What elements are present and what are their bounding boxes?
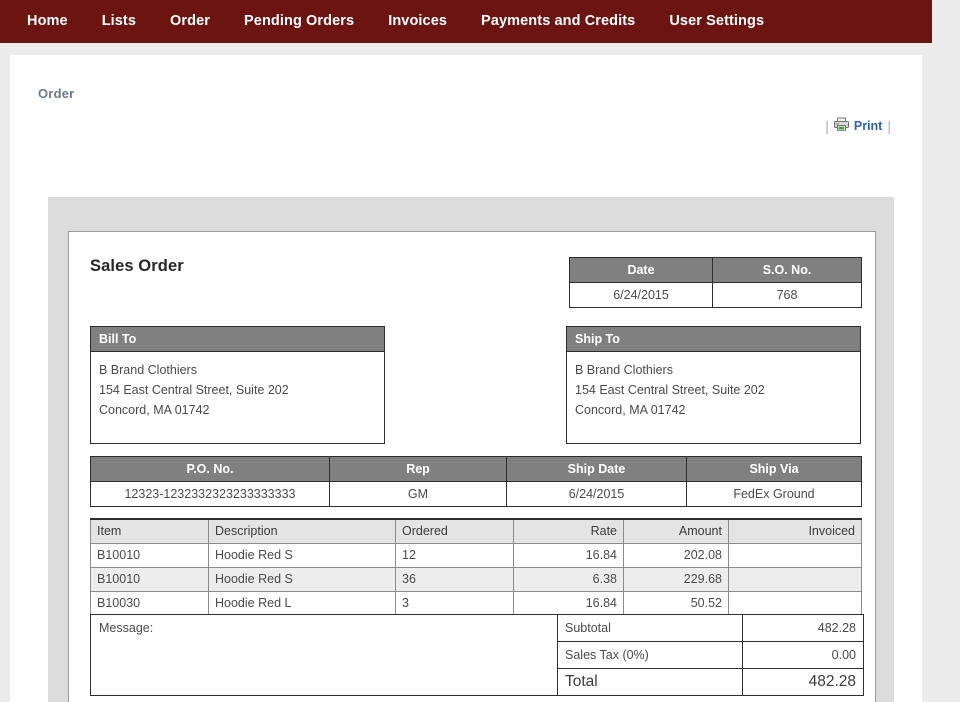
row-rate: 6.38: [514, 567, 624, 591]
rate-header: Rate: [514, 519, 624, 543]
row-description: Hoodie Red L: [209, 591, 396, 615]
nav-item-payments-and-credits[interactable]: Payments and Credits: [464, 0, 652, 43]
content-card: Order | Print |: [10, 55, 922, 702]
sales-tax-value: 0.00: [743, 642, 864, 669]
nav-item-order[interactable]: Order: [153, 0, 227, 43]
totals-table: Subtotal 482.28 Sales Tax (0%) 0.00 Tota…: [557, 614, 864, 696]
ship-to-heading: Ship To: [567, 327, 860, 352]
ship-date-value: 6/24/2015: [507, 482, 687, 507]
nav-item-lists[interactable]: Lists: [85, 0, 153, 43]
bill-to-address: B Brand Clothiers 154 East Central Stree…: [91, 352, 384, 420]
sales-tax-row: Sales Tax (0%) 0.00: [558, 642, 864, 669]
row-ordered: 3: [396, 591, 514, 615]
po-no-header: P.O. No.: [91, 457, 330, 482]
message-and-totals-block: Message: Subtotal 482.28 Sales Tax (0%): [90, 614, 861, 696]
print-label: Print: [854, 119, 882, 133]
item-header: Item: [91, 519, 209, 543]
printer-icon: [834, 117, 849, 134]
table-row: B10010 Hoodie Red S 12 16.84 202.08: [91, 543, 862, 567]
ship-to-address: B Brand Clothiers 154 East Central Stree…: [567, 352, 860, 420]
description-header: Description: [209, 519, 396, 543]
nav-item-user-settings[interactable]: User Settings: [652, 0, 781, 43]
line-items-table: Item Description Ordered Rate Amount Inv…: [90, 518, 862, 616]
page-title: Order: [38, 86, 74, 101]
row-rate: 16.84: [514, 591, 624, 615]
nav-item-pending-orders[interactable]: Pending Orders: [227, 0, 371, 43]
ship-date-header: Ship Date: [507, 457, 687, 482]
row-item: B10030: [91, 591, 209, 615]
order-info-table: P.O. No. Rep Ship Date Ship Via 12323-12…: [90, 456, 862, 507]
row-item: B10010: [91, 543, 209, 567]
table-row: B10010 Hoodie Red S 36 6.38 229.68: [91, 567, 862, 591]
table-header-row: P.O. No. Rep Ship Date Ship Via: [91, 457, 862, 482]
table-row: 6/24/2015 768: [570, 283, 862, 308]
row-rate: 16.84: [514, 543, 624, 567]
row-description: Hoodie Red S: [209, 543, 396, 567]
row-invoiced: [729, 543, 862, 567]
ordered-header: Ordered: [396, 519, 514, 543]
toolbar-separator-left: |: [820, 119, 834, 133]
row-invoiced: [729, 591, 862, 615]
row-ordered: 36: [396, 567, 514, 591]
bill-to-heading: Bill To: [91, 327, 384, 352]
row-amount: 229.68: [624, 567, 729, 591]
subtotal-value: 482.28: [743, 615, 864, 642]
total-label: Total: [558, 669, 743, 696]
table-row: B10030 Hoodie Red L 3 16.84 50.52: [91, 591, 862, 615]
bill-to-line-3: Concord, MA 01742: [99, 400, 384, 420]
subtotal-label: Subtotal: [558, 615, 743, 642]
row-item: B10010: [91, 567, 209, 591]
ship-via-value: FedEx Ground: [687, 482, 862, 507]
row-amount: 202.08: [624, 543, 729, 567]
invoiced-header: Invoiced: [729, 519, 862, 543]
nav-item-invoices[interactable]: Invoices: [371, 0, 464, 43]
date-so-table: Date S.O. No. 6/24/2015 768: [569, 257, 862, 308]
date-header: Date: [570, 258, 713, 283]
nav-item-home[interactable]: Home: [10, 0, 85, 43]
bill-to-block: Bill To B Brand Clothiers 154 East Centr…: [90, 326, 385, 444]
total-row: Total 482.28: [558, 669, 864, 696]
rep-header: Rep: [330, 457, 507, 482]
po-no-value: 12323-1232332323233333333: [91, 482, 330, 507]
rep-value: GM: [330, 482, 507, 507]
print-toolbar: | Print |: [820, 117, 896, 134]
so-no-value: 768: [713, 283, 862, 308]
total-value: 482.28: [743, 669, 864, 696]
document-panel: Sales Order Date S.O. No. 6/24/2: [48, 197, 894, 702]
toolbar-separator-right: |: [882, 119, 896, 133]
table-row: 12323-1232332323233333333 GM 6/24/2015 F…: [91, 482, 862, 507]
row-ordered: 12: [396, 543, 514, 567]
sales-order-heading: Sales Order: [90, 257, 184, 276]
row-amount: 50.52: [624, 591, 729, 615]
sales-tax-label: Sales Tax (0%): [558, 642, 743, 669]
ship-to-line-3: Concord, MA 01742: [575, 400, 860, 420]
main-navigation-bar: Home Lists Order Pending Orders Invoices…: [0, 0, 932, 43]
table-header-row: Date S.O. No.: [570, 258, 862, 283]
row-description: Hoodie Red S: [209, 567, 396, 591]
message-label: Message:: [99, 621, 153, 635]
date-value: 6/24/2015: [570, 283, 713, 308]
page-viewport: Home Lists Order Pending Orders Invoices…: [0, 0, 960, 702]
sales-order-document: Sales Order Date S.O. No. 6/24/2: [68, 231, 876, 702]
ship-to-block: Ship To B Brand Clothiers 154 East Centr…: [566, 326, 861, 444]
amount-header: Amount: [624, 519, 729, 543]
so-no-header: S.O. No.: [713, 258, 862, 283]
print-button[interactable]: Print: [834, 117, 882, 134]
bill-to-line-2: 154 East Central Street, Suite 202: [99, 380, 384, 400]
ship-to-line-1: B Brand Clothiers: [575, 360, 860, 380]
subtotal-row: Subtotal 482.28: [558, 615, 864, 642]
ship-via-header: Ship Via: [687, 457, 862, 482]
bill-to-line-1: B Brand Clothiers: [99, 360, 384, 380]
row-invoiced: [729, 567, 862, 591]
ship-to-line-2: 154 East Central Street, Suite 202: [575, 380, 860, 400]
table-header-row: Item Description Ordered Rate Amount Inv…: [91, 519, 862, 543]
